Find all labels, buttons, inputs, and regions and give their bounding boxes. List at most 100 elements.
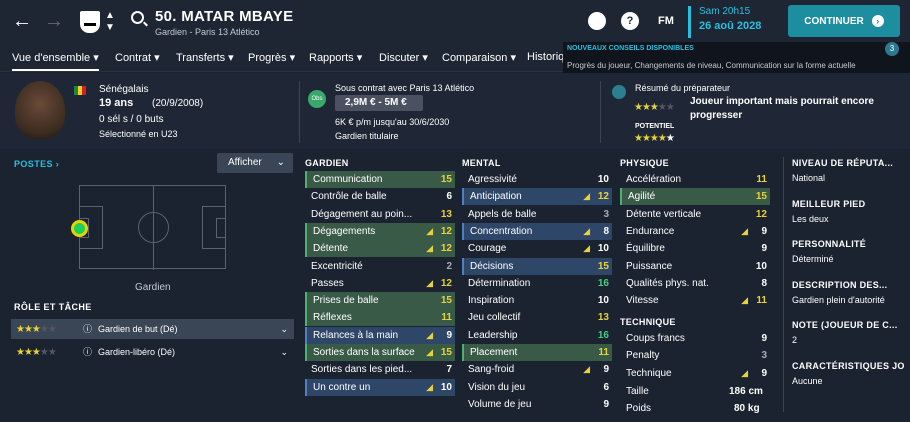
role-row[interactable]: ★★★★★ ⓘ Gardien-libéro (Dé) ⌄ xyxy=(11,342,294,362)
attribute-name: Équilibre xyxy=(626,243,665,255)
attribute-row[interactable]: Endurance ◢ 9 xyxy=(620,223,770,240)
tab-reports[interactable]: Rapports ▾ xyxy=(309,51,362,64)
chevron-down-icon[interactable]: ▼ xyxy=(105,22,115,33)
fm-logo[interactable]: FM xyxy=(658,15,674,27)
attribute-name: Accélération xyxy=(626,174,682,185)
attribute-row[interactable]: Volume de jeu 9 xyxy=(462,396,612,413)
date-day: Sam 20h15 xyxy=(699,6,751,17)
arrow-right-icon: › xyxy=(871,15,884,27)
tab-discuss[interactable]: Discuter ▾ xyxy=(379,51,428,64)
attribute-row[interactable]: Anticipation ◢ 12 xyxy=(462,188,612,206)
attribute-row[interactable]: Détente verticale 12 xyxy=(620,206,770,223)
player-subtitle[interactable]: Gardien - Paris 13 Atlético xyxy=(155,27,260,37)
club-crest-icon[interactable] xyxy=(80,11,100,33)
attribute-row[interactable]: Dégagements ◢ 12 xyxy=(305,222,455,240)
attribute-row[interactable]: Concentration ◢ 8 xyxy=(462,222,612,240)
attribute-row[interactable]: Dégagement au poin... 13 xyxy=(305,206,455,223)
attribute-row[interactable]: Décisions 15 xyxy=(462,257,612,275)
u23-status: Sélectionné en U23 xyxy=(99,129,178,139)
back-icon[interactable]: ← xyxy=(12,10,32,33)
attribute-value: 6 xyxy=(603,381,609,393)
detail-heading[interactable]: NIVEAU DE RÉPUTA... xyxy=(792,158,893,168)
tab-transfers[interactable]: Transferts ▾ xyxy=(176,51,234,64)
attribute-row[interactable]: Penalty 3 xyxy=(620,347,770,364)
progress-arrow-icon: ◢ xyxy=(426,277,433,288)
attribute-row[interactable]: Placement 11 xyxy=(462,344,612,361)
tab-overview[interactable]: Vue d'ensemble ▾ xyxy=(12,51,99,71)
attribute-value: 9 xyxy=(761,367,767,379)
attribute-row[interactable]: Détermination 16 xyxy=(462,275,612,292)
positions-link[interactable]: POSTES › xyxy=(14,159,59,169)
attribute-row[interactable]: Agilité 15 xyxy=(620,188,770,206)
attribute-row[interactable]: Excentricité 2 xyxy=(305,258,455,275)
attribute-row[interactable]: Équilibre 9 xyxy=(620,240,770,257)
weight-label: Poids xyxy=(626,403,652,414)
attribute-row[interactable]: Jeu collectif 13 xyxy=(462,309,612,326)
attribute-row[interactable]: Vision du jeu 6 xyxy=(462,379,612,396)
attribute-row[interactable]: Puissance 10 xyxy=(620,258,770,275)
attribute-row[interactable]: Sang-froid ◢ 9 xyxy=(462,361,612,378)
attribute-row[interactable]: Appels de balle 3 xyxy=(462,206,612,223)
contract-text[interactable]: Sous contrat avec Paris 13 Atlético xyxy=(335,83,474,93)
goalkeeper-position-marker[interactable] xyxy=(71,220,88,237)
help-icon[interactable]: ? xyxy=(621,12,639,30)
attribute-row[interactable]: Technique ◢ 9 xyxy=(620,365,770,382)
detail-heading[interactable]: MEILLEUR PIED xyxy=(792,199,865,209)
attribute-row[interactable]: Vitesse ◢ 11 xyxy=(620,292,770,309)
attribute-row[interactable]: Inspiration 10 xyxy=(462,292,612,309)
attribute-value: 7 xyxy=(446,364,452,376)
attribute-row[interactable]: Réflexes 11 xyxy=(305,309,455,327)
attribute-value: 2 xyxy=(446,260,452,272)
tab-contract[interactable]: Contrat ▾ xyxy=(115,51,160,64)
attribute-value: 15 xyxy=(755,191,767,203)
tab-progress[interactable]: Progrès ▾ xyxy=(248,51,295,64)
attribute-row[interactable]: Un contre un ◢ 10 xyxy=(305,378,455,396)
detail-heading[interactable]: NOTE (JOUEUR DE C... xyxy=(792,320,898,330)
transfer-value[interactable]: 2,9M € - 5M € xyxy=(335,95,423,111)
attribute-row[interactable]: Sorties dans la surface ◢ 15 xyxy=(305,344,455,361)
attribute-value: 15 xyxy=(440,347,452,358)
attribute-row[interactable]: Accélération 11 xyxy=(620,171,770,188)
progress-arrow-icon: ◢ xyxy=(583,191,590,202)
player-avatar xyxy=(15,81,65,139)
attribute-row[interactable]: Prises de balle 15 xyxy=(305,292,455,310)
attribute-row[interactable]: Relances à la main ◢ 9 xyxy=(305,326,455,344)
attribute-row[interactable]: Passes ◢ 12 xyxy=(305,275,455,292)
attribute-row[interactable]: Contrôle de balle 6 xyxy=(305,188,455,205)
attribute-row[interactable]: Sorties dans les pied... 7 xyxy=(305,361,455,378)
attribute-value: 10 xyxy=(755,260,767,272)
tab-compare[interactable]: Comparaison ▾ xyxy=(442,51,516,64)
notification-banner[interactable]: NOUVEAUX CONSEILS DISPONIBLES Progrès du… xyxy=(563,42,910,74)
attribute-value: 3 xyxy=(761,350,767,362)
progress-arrow-icon: ◢ xyxy=(583,225,590,236)
display-label: Afficher xyxy=(228,157,262,168)
chevron-up-icon[interactable]: ▲ xyxy=(105,10,115,21)
globe-icon[interactable] xyxy=(588,12,606,30)
attribute-row[interactable]: Communication 15 xyxy=(305,171,455,188)
divider xyxy=(600,81,601,143)
nationality[interactable]: Sénégalais xyxy=(99,84,148,95)
attribute-row[interactable]: Leadership 16 xyxy=(462,327,612,344)
attribute-row[interactable]: Coups francs 9 xyxy=(620,330,770,347)
search-icon[interactable] xyxy=(131,11,144,24)
attribute-row[interactable]: Détente ◢ 12 xyxy=(305,240,455,258)
attribute-value: 10 xyxy=(597,295,609,307)
date-full: 26 aoû 2028 xyxy=(699,20,762,32)
detail-heading[interactable]: PERSONNALITÉ xyxy=(792,239,866,249)
attribute-row[interactable]: Courage ◢ 10 xyxy=(462,240,612,257)
role-row[interactable]: ★★★★★ ⓘ Gardien de but (Dé) ⌄ xyxy=(11,319,294,339)
tab-history[interactable]: Historiq xyxy=(527,51,564,63)
attribute-name: Sorties dans la surface xyxy=(313,347,415,358)
attribute-row[interactable]: Agressivité 10 xyxy=(462,171,612,188)
wage: 6K € p/m jusqu'au 30/6/2030 xyxy=(335,117,450,127)
detail-heading[interactable]: CARACTÉRISTIQUES JO xyxy=(792,361,905,371)
attribute-name: Leadership xyxy=(468,329,518,341)
attribute-name: Passes xyxy=(311,277,344,289)
notification-text: Progrès du joueur, Changements de niveau… xyxy=(567,61,856,70)
attribute-name: Volume de jeu xyxy=(468,398,532,410)
continue-button[interactable]: CONTINUER › xyxy=(788,5,900,37)
forward-icon[interactable]: → xyxy=(44,10,64,33)
display-dropdown[interactable]: Afficher ⌄ xyxy=(217,153,293,173)
attribute-row[interactable]: Qualités phys. nat. 8 xyxy=(620,275,770,292)
detail-heading[interactable]: DESCRIPTION DES... xyxy=(792,280,887,290)
